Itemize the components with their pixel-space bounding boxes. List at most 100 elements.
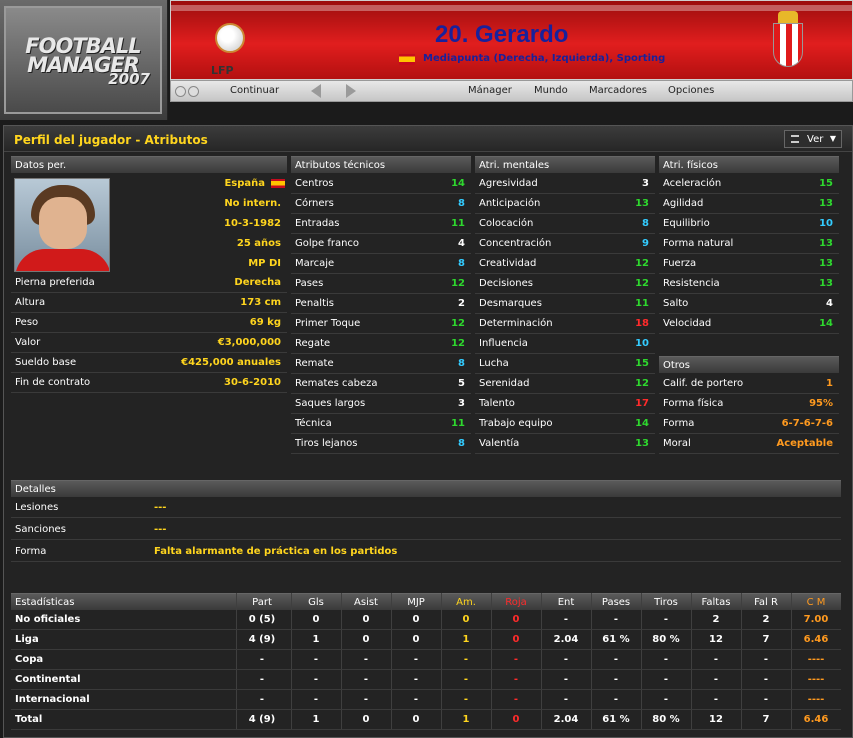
player-photo (14, 178, 110, 272)
mental-attr-row[interactable]: Desmarques 11 (475, 294, 655, 314)
technical-attr-row[interactable]: Saques largos 3 (291, 394, 471, 414)
stats-cell: 4 (9) (248, 714, 276, 725)
mental-attr-row[interactable]: Anticipación 13 (475, 194, 655, 214)
personal-row[interactable]: Pierna preferida Derecha (11, 273, 287, 293)
stats-row[interactable]: Continental - - - - - - - - - - - ---- (11, 670, 841, 690)
stats-column-header[interactable]: Am. (441, 597, 491, 608)
mental-attr-row[interactable]: Decisiones 12 (475, 274, 655, 294)
nationality-row[interactable]: España (224, 178, 285, 189)
stats-cell: - (763, 654, 769, 665)
stats-row[interactable]: Total 4 (9) 1 0 0 1 0 2.04 61 % 80 % 12 7 6.46 (11, 710, 841, 730)
stats-column-header[interactable]: Ent (541, 597, 591, 608)
physical-attr-row[interactable]: Velocidad 14 (659, 314, 839, 334)
shield-icon (773, 23, 803, 67)
stats-column-header[interactable]: Gls (291, 597, 341, 608)
mental-section-header: Atri. mentales (475, 156, 655, 173)
stats-cell: ---- (807, 654, 825, 665)
stats-column-header[interactable]: Roja (491, 597, 541, 608)
view-dropdown-button[interactable]: Ver ▼ (784, 130, 842, 148)
personal-row[interactable]: Peso 69 kg (11, 313, 287, 333)
stats-column-header[interactable]: MJP (391, 597, 441, 608)
stats-column-header[interactable]: Asist (341, 597, 391, 608)
others-value: 6-7-6-7-6 (781, 418, 833, 429)
mental-attr-label: Decisiones (479, 278, 533, 289)
stats-column-header[interactable]: Fal R (741, 597, 791, 608)
game-logo[interactable]: FOOTBALL MANAGER 2007 (0, 0, 168, 120)
technical-attr-row[interactable]: Remate 8 (291, 354, 471, 374)
others-row[interactable]: Moral Aceptable (659, 434, 839, 454)
back-circle-icon[interactable] (175, 86, 186, 97)
technical-attr-row[interactable]: Córners 8 (291, 194, 471, 214)
physical-attr-row[interactable]: Salto 4 (659, 294, 839, 314)
forward-circle-icon[interactable] (188, 86, 199, 97)
physical-attr-label: Fuerza (663, 258, 697, 269)
mental-attr-row[interactable]: Determinación 18 (475, 314, 655, 334)
mental-attr-label: Influencia (479, 338, 528, 349)
stats-header-row: Estadísticas Part Gls Asist MJP Am. Roja Ent Pa… (11, 593, 841, 610)
physical-attr-row[interactable]: Resistencia 13 (659, 274, 839, 294)
technical-attr-row[interactable]: Golpe franco 4 (291, 234, 471, 254)
technical-attr-row[interactable]: Remates cabeza 5 (291, 374, 471, 394)
stats-cell: 0 (362, 714, 370, 725)
physical-attr-row[interactable]: Equilibrio 10 (659, 214, 839, 234)
technical-attr-row[interactable]: Tiros lejanos 8 (291, 434, 471, 454)
stats-column-header[interactable]: Part (237, 597, 287, 608)
technical-attr-row[interactable]: Primer Toque 12 (291, 314, 471, 334)
list-icon (791, 135, 799, 143)
stats-column-header[interactable]: Faltas (691, 597, 741, 608)
continue-button[interactable]: Continuar (230, 85, 279, 96)
nav-manager[interactable]: Mánager (468, 85, 512, 96)
mental-attr-row[interactable]: Agresividad 3 (475, 174, 655, 194)
club-crest-icon[interactable] (771, 11, 805, 69)
player-subtitle[interactable]: Mediapunta (Derecha, Izquierda), Sportin… (423, 53, 665, 64)
technical-attr-row[interactable]: Técnica 11 (291, 414, 471, 434)
personal-row[interactable]: Altura 173 cm (11, 293, 287, 313)
mental-attr-row[interactable]: Trabajo equipo 14 (475, 414, 655, 434)
others-row[interactable]: Calif. de portero 1 (659, 374, 839, 394)
personal-row[interactable]: Valor €3,000,000 (11, 333, 287, 353)
mental-attr-row[interactable]: Valentía 13 (475, 434, 655, 454)
personal-row[interactable]: Fin de contrato 30-6-2010 (11, 373, 287, 393)
spain-flag-icon (271, 178, 285, 188)
stats-row[interactable]: Copa - - - - - - - - - - - ---- (11, 650, 841, 670)
stats-row[interactable]: Internacional - - - - - - - - - - - ---- (11, 690, 841, 710)
mental-attr-row[interactable]: Lucha 15 (475, 354, 655, 374)
stats-cell: 0 (412, 714, 420, 725)
stats-row[interactable]: No oficiales 0 (5) 0 0 0 0 0 - - - 2 2 7.00 (11, 610, 841, 630)
technical-attr-row[interactable]: Marcaje 8 (291, 254, 471, 274)
stats-row[interactable]: Liga 4 (9) 1 0 0 1 0 2.04 61 % 80 % 12 7 6.46 (11, 630, 841, 650)
stats-cell: - (563, 614, 569, 625)
mental-attr-row[interactable]: Colocación 8 (475, 214, 655, 234)
physical-attr-row[interactable]: Agilidad 13 (659, 194, 839, 214)
stats-cell: - (763, 694, 769, 705)
mental-attr-row[interactable]: Concentración 9 (475, 234, 655, 254)
stats-column-header[interactable]: C M (791, 597, 841, 608)
mental-attr-row[interactable]: Creatividad 12 (475, 254, 655, 274)
stats-column-header[interactable]: Tiros (641, 597, 691, 608)
nav-options[interactable]: Opciones (668, 85, 714, 96)
stats-cell: 0 (312, 614, 320, 625)
mental-attr-label: Agresividad (479, 178, 538, 189)
personal-summary: España No intern. 10-3-1982 25 años MP D… (114, 178, 287, 278)
spain-flag-icon (399, 54, 415, 65)
others-row[interactable]: Forma física 95% (659, 394, 839, 414)
physical-attr-row[interactable]: Forma natural 13 (659, 234, 839, 254)
personal-row[interactable]: Sueldo base €425,000 anuales (11, 353, 287, 373)
technical-attr-row[interactable]: Penaltis 2 (291, 294, 471, 314)
nav-world[interactable]: Mundo (534, 85, 568, 96)
physical-attr-row[interactable]: Fuerza 13 (659, 254, 839, 274)
mental-attr-row[interactable]: Influencia 10 (475, 334, 655, 354)
others-row[interactable]: Forma 6-7-6-7-6 (659, 414, 839, 434)
technical-attr-row[interactable]: Entradas 11 (291, 214, 471, 234)
back-arrow-icon[interactable] (311, 84, 321, 98)
stats-column-header[interactable]: Pases (591, 597, 641, 608)
nav-scores[interactable]: Marcadores (589, 85, 647, 96)
forward-arrow-icon[interactable] (346, 84, 356, 98)
mental-attr-row[interactable]: Serenidad 12 (475, 374, 655, 394)
physical-attr-row[interactable]: Aceleración 15 (659, 174, 839, 194)
technical-attr-row[interactable]: Regate 12 (291, 334, 471, 354)
league-logo-icon[interactable]: LFP (211, 11, 253, 77)
technical-attr-row[interactable]: Pases 12 (291, 274, 471, 294)
technical-attr-row[interactable]: Centros 14 (291, 174, 471, 194)
mental-attr-row[interactable]: Talento 17 (475, 394, 655, 414)
